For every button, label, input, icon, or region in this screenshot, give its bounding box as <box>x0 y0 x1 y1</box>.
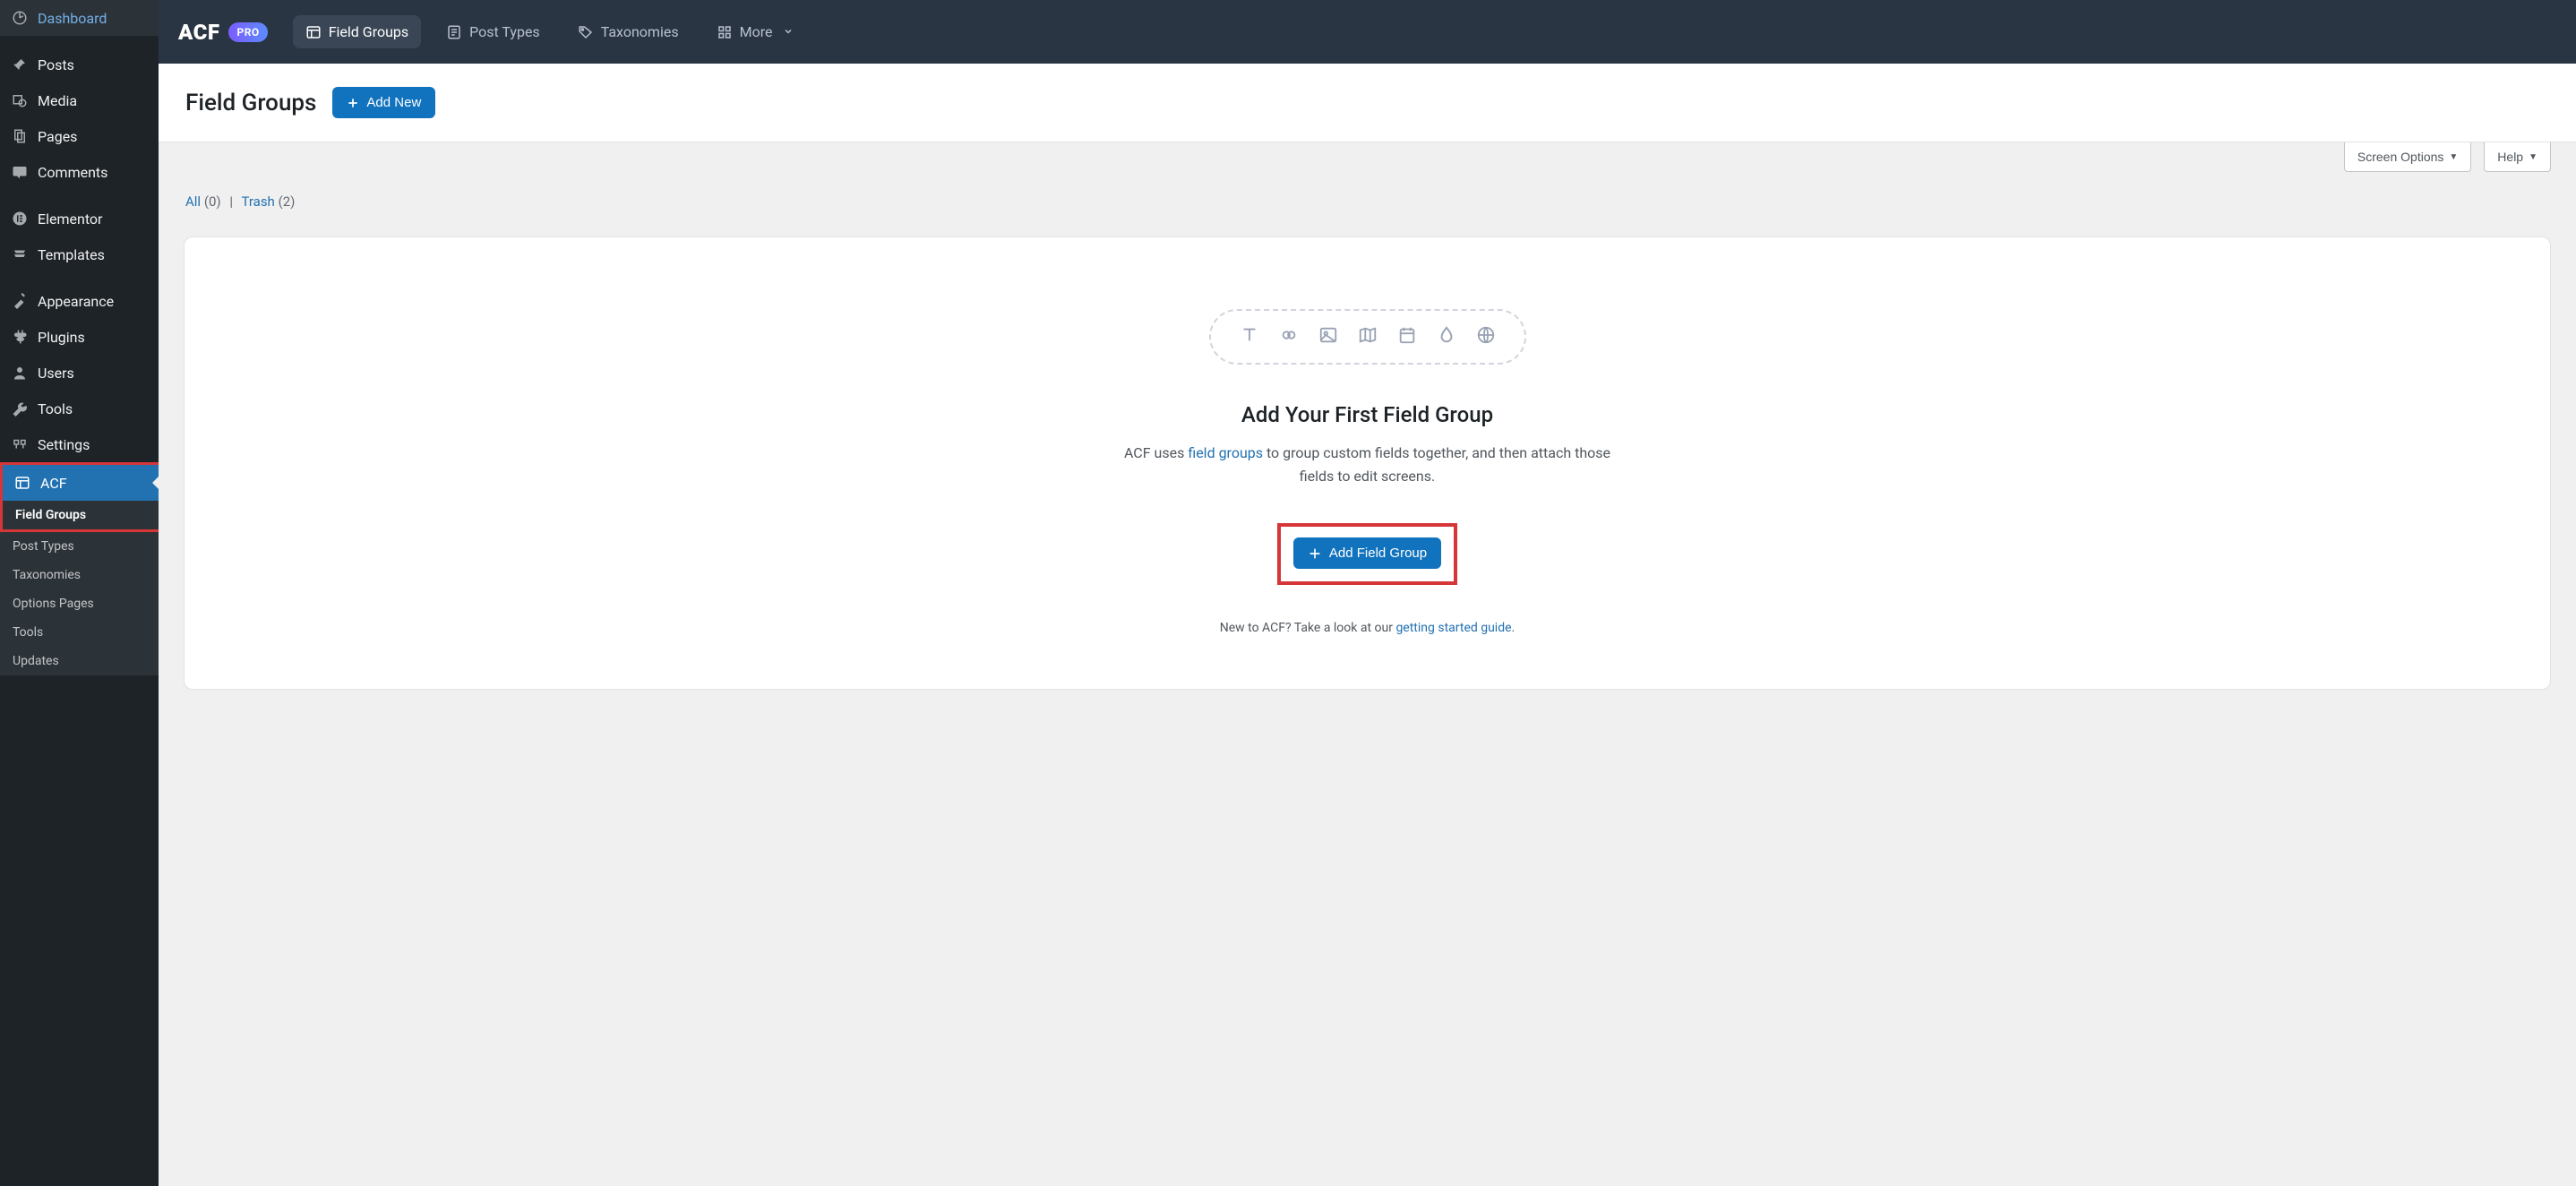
menu-plugins[interactable]: Plugins <box>0 319 159 355</box>
filter-all-count: (0) <box>204 193 221 210</box>
map-icon <box>1358 325 1378 348</box>
wp-admin-sidebar: Dashboard Posts Media Pages Comments Ele… <box>0 0 159 1186</box>
menu-templates[interactable]: Templates <box>0 236 159 272</box>
menu-label: Settings <box>38 436 90 453</box>
menu-label: Templates <box>38 246 105 263</box>
triangle-down-icon: ▼ <box>2529 152 2537 162</box>
comments-icon <box>11 163 29 181</box>
acf-submenu-rest: Post Types Taxonomies Options Pages Tool… <box>0 532 159 675</box>
add-new-button[interactable]: Add New <box>332 87 435 118</box>
menu-tools[interactable]: Tools <box>0 391 159 426</box>
globe-icon <box>1476 325 1496 348</box>
pin-icon <box>11 56 29 73</box>
menu-label: Elementor <box>38 211 102 228</box>
menu-label: Comments <box>38 164 107 181</box>
pro-badge: PRO <box>228 22 267 42</box>
menu-appearance[interactable]: Appearance <box>0 283 159 319</box>
menu-elementor[interactable]: Elementor <box>0 201 159 236</box>
submenu-tools[interactable]: Tools <box>0 618 159 647</box>
menu-users[interactable]: Users <box>0 355 159 391</box>
tag-icon <box>578 24 594 40</box>
empty-footer: New to ACF? Take a look at our getting s… <box>1220 621 1516 635</box>
infinity-icon <box>1279 325 1299 348</box>
menu-media[interactable]: Media <box>0 82 159 118</box>
acf-layout-icon <box>13 474 31 492</box>
empty-title: Add Your First Field Group <box>1241 402 1493 427</box>
menu-label: Pages <box>38 128 77 145</box>
menu-label: Media <box>38 92 77 109</box>
empty-description: ACF uses field groups to group custom fi… <box>1117 442 1619 487</box>
calendar-icon <box>1397 325 1417 348</box>
help-button[interactable]: Help ▼ <box>2484 142 2551 172</box>
image-icon <box>1318 325 1338 348</box>
post-type-icon <box>446 24 462 40</box>
menu-label: Plugins <box>38 329 85 346</box>
menu-settings[interactable]: Settings <box>0 426 159 462</box>
plus-icon <box>1308 546 1322 561</box>
drop-icon <box>1437 325 1456 348</box>
acf-logo: ACF PRO <box>178 20 268 45</box>
menu-comments[interactable]: Comments <box>0 154 159 190</box>
getting-started-link[interactable]: getting started guide <box>1395 621 1511 635</box>
tab-field-groups[interactable]: Field Groups <box>293 15 421 48</box>
elementor-icon <box>11 210 29 228</box>
plus-icon <box>347 97 359 109</box>
page-header: Field Groups Add New <box>159 64 2576 142</box>
settings-icon <box>11 435 29 453</box>
grid-icon <box>717 24 733 40</box>
screen-options-row: Screen Options ▼ Help ▼ <box>159 142 2576 172</box>
tab-taxonomies[interactable]: Taxonomies <box>565 15 691 48</box>
appearance-icon <box>11 292 29 310</box>
menu-label: ACF <box>40 475 67 492</box>
users-icon <box>11 364 29 382</box>
filter-trash-count: (2) <box>279 193 296 210</box>
menu-label: Users <box>38 365 74 382</box>
menu-dashboard[interactable]: Dashboard <box>0 0 159 36</box>
text-icon <box>1240 325 1259 348</box>
layout-icon <box>305 24 322 40</box>
submenu-taxonomies[interactable]: Taxonomies <box>0 561 159 589</box>
filter-all[interactable]: All <box>185 193 201 210</box>
menu-label: Posts <box>38 56 74 73</box>
acf-topbar: ACF PRO Field Groups Post Types Taxonomi… <box>159 0 2576 64</box>
acf-submenu: Field Groups <box>3 501 159 529</box>
field-groups-link[interactable]: field groups <box>1188 444 1263 461</box>
menu-label: Appearance <box>38 293 114 310</box>
add-field-group-button[interactable]: Add Field Group <box>1293 537 1441 569</box>
menu-label: Dashboard <box>38 10 107 27</box>
filter-trash[interactable]: Trash <box>241 193 274 210</box>
pages-icon <box>11 127 29 145</box>
tab-more[interactable]: More <box>704 15 807 48</box>
menu-label: Tools <box>38 400 73 417</box>
menu-posts[interactable]: Posts <box>0 47 159 82</box>
submenu-options-pages[interactable]: Options Pages <box>0 589 159 618</box>
tab-post-types[interactable]: Post Types <box>434 15 553 48</box>
icon-pill <box>1209 309 1526 365</box>
page-title: Field Groups <box>185 90 316 116</box>
highlight-box: Add Field Group <box>1277 523 1457 585</box>
empty-state-card: Add Your First Field Group ACF uses fiel… <box>184 236 2551 690</box>
menu-pages[interactable]: Pages <box>0 118 159 154</box>
status-filters: All (0) | Trash (2) <box>159 172 2576 220</box>
submenu-post-types[interactable]: Post Types <box>0 532 159 561</box>
templates-icon <box>11 245 29 263</box>
triangle-down-icon: ▼ <box>2449 152 2458 162</box>
dashboard-icon <box>11 9 29 27</box>
chevron-down-icon <box>783 23 794 40</box>
submenu-updates[interactable]: Updates <box>0 647 159 675</box>
media-icon <box>11 91 29 109</box>
screen-options-button[interactable]: Screen Options ▼ <box>2344 142 2471 172</box>
menu-acf[interactable]: ACF <box>3 465 159 501</box>
submenu-field-groups[interactable]: Field Groups <box>3 501 159 529</box>
plugins-icon <box>11 328 29 346</box>
tools-icon <box>11 400 29 417</box>
